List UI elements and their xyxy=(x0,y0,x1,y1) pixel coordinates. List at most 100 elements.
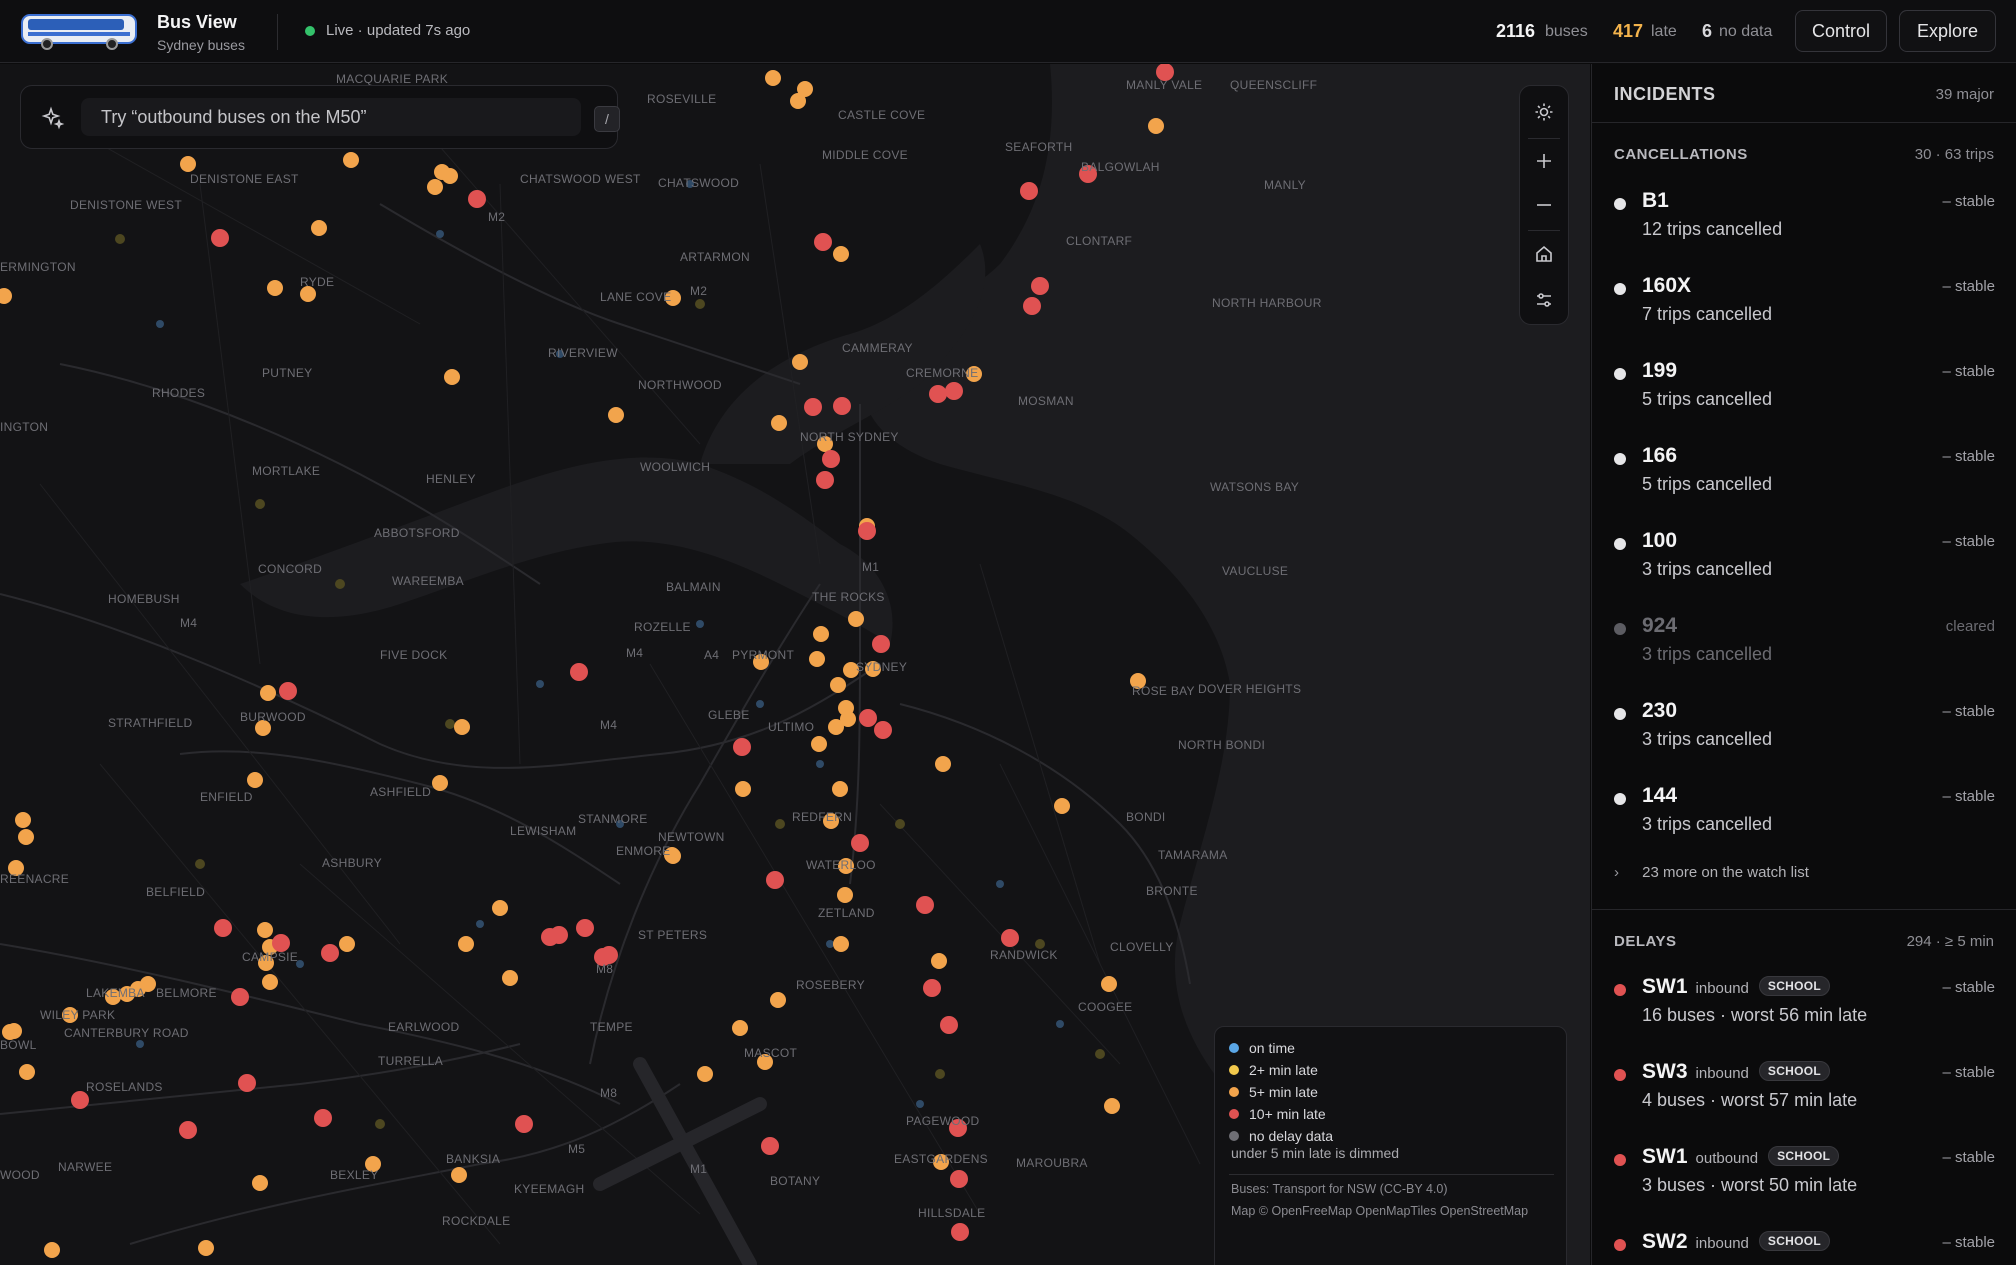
status-dot xyxy=(1614,198,1626,210)
place-label: COOGEE xyxy=(1078,1000,1133,1014)
place-label: CONCORD xyxy=(258,562,323,576)
explore-button[interactable]: Explore xyxy=(1899,10,1996,52)
sparkle-icon xyxy=(41,106,65,130)
cancellation-item[interactable]: 160X 7 trips cancelled – stable xyxy=(1592,274,2016,359)
legend-divider xyxy=(1229,1174,1554,1175)
watch-list-toggle[interactable]: › 23 more on the watch list xyxy=(1614,864,1809,881)
theme-toggle-button[interactable] xyxy=(1520,90,1568,134)
delays-title: DELAYS xyxy=(1614,933,1677,950)
cancellation-item[interactable]: 166 5 trips cancelled – stable xyxy=(1592,444,2016,529)
place-label: LAKEMBA xyxy=(86,986,145,1000)
legend-dot xyxy=(1229,1109,1239,1119)
delay-item[interactable]: SW3 inbound SCHOOL 4 buses · worst 57 min … xyxy=(1592,1060,2016,1145)
place-label: QUEENSCLIFF xyxy=(1230,78,1318,92)
cancellation-item[interactable]: 924 3 trips cancelled cleared xyxy=(1592,614,2016,699)
place-label: ASHBURY xyxy=(322,856,382,870)
legend-item: 5+ min late xyxy=(1229,1082,1318,1102)
status-dot xyxy=(1614,368,1626,380)
place-label: M1 xyxy=(862,560,880,574)
place-label: MORTLAKE xyxy=(252,464,321,478)
place-label: BRONTE xyxy=(1146,884,1198,898)
control-divider xyxy=(1528,230,1560,231)
place-label: WILEY PARK xyxy=(40,1008,116,1022)
place-label: HENLEY xyxy=(426,472,476,486)
filter-settings-button[interactable] xyxy=(1520,278,1568,322)
top-bar: Bus View Sydney buses Live · updated 7s … xyxy=(0,0,2016,63)
place-label: MAROUBRA xyxy=(1016,1156,1088,1170)
legend-label: 5+ min late xyxy=(1249,1084,1318,1100)
status-dot xyxy=(1614,623,1626,635)
place-label: EARLWOOD xyxy=(388,1020,460,1034)
cancellation-item[interactable]: 199 5 trips cancelled – stable xyxy=(1592,359,2016,444)
zoom-out-button[interactable] xyxy=(1520,183,1568,227)
school-badge: SCHOOL xyxy=(1758,976,1831,996)
home-button[interactable] xyxy=(1520,232,1568,276)
map-legend: on time 2+ min late 5+ min late 10+ min … xyxy=(1214,1026,1567,1265)
control-button[interactable]: Control xyxy=(1795,10,1887,52)
trend-status: – stable xyxy=(1942,703,1995,720)
cancellation-item[interactable]: 230 3 trips cancelled – stable xyxy=(1592,699,2016,784)
delay-item[interactable]: SW1 inbound SCHOOL 16 buses · worst 56 min… xyxy=(1592,975,2016,1060)
search-input[interactable] xyxy=(81,98,581,136)
incidents-count: 39 major xyxy=(1935,86,1994,103)
nodata-count: 6 xyxy=(1702,21,1713,41)
place-label: DENISTONE EAST xyxy=(190,172,299,186)
place-label: BOWL xyxy=(0,1038,37,1052)
late-label: late xyxy=(1651,23,1677,40)
legend-credit-map: Map © OpenFreeMap OpenMapTiles OpenStree… xyxy=(1231,1204,1529,1218)
place-label: NEWTOWN xyxy=(658,830,725,844)
place-label: HOMEBUSH xyxy=(108,592,180,606)
place-label: STANMORE xyxy=(578,812,648,826)
cancellations-count: 30 · 63 trips xyxy=(1914,146,1994,163)
minus-icon xyxy=(1537,204,1551,206)
place-label: ROSEBERY xyxy=(796,978,865,992)
place-label: ST PETERS xyxy=(638,928,708,942)
place-label: BALMAIN xyxy=(666,580,721,594)
delay-item[interactable]: SW2 inbound SCHOOL – stable xyxy=(1592,1230,2016,1265)
status-dot xyxy=(1614,538,1626,550)
place-label: A4 xyxy=(704,648,720,662)
route-name: 144 xyxy=(1642,784,1678,807)
place-label: BALGOWLAH xyxy=(1081,160,1160,174)
place-label: MASCOT xyxy=(744,1046,798,1060)
place-label: HILLSDALE xyxy=(918,1206,986,1220)
place-label: CASTLE COVE xyxy=(838,108,926,122)
place-label: WOOLWICH xyxy=(640,460,711,474)
delay-item[interactable]: SW1 outbound SCHOOL 3 buses · worst 50 min… xyxy=(1592,1145,2016,1230)
place-label: SYDNEY xyxy=(856,660,908,674)
map-view[interactable]: MACQUARIE PARK ROSEVILLE CASTLE COVE MANLY … xyxy=(0,64,1590,1265)
legend-dot xyxy=(1229,1087,1239,1097)
place-label: BOTANY xyxy=(770,1174,821,1188)
place-label: THE ROCKS xyxy=(812,590,885,604)
place-label: BELFIELD xyxy=(146,885,206,899)
legend-label: no delay data xyxy=(1249,1128,1334,1144)
status-dot xyxy=(1614,453,1626,465)
trend-status: – stable xyxy=(1942,363,1995,380)
place-label: TAMARAMA xyxy=(1158,848,1228,862)
place-label: RHODES xyxy=(152,386,206,400)
cancellation-item[interactable]: 144 3 trips cancelled – stable xyxy=(1592,784,2016,869)
trend-status: – stable xyxy=(1942,1064,1995,1081)
place-label: NARWEE xyxy=(58,1160,113,1174)
cancellation-item[interactable]: B1 12 trips cancelled – stable xyxy=(1592,189,2016,274)
place-label: CHATSWOOD WEST xyxy=(520,172,641,186)
header-divider xyxy=(277,14,278,50)
place-label: CANTERBURY ROAD xyxy=(64,1026,189,1040)
route-heading: SW1 outbound SCHOOL xyxy=(1642,1145,1840,1169)
place-label: ULTIMO xyxy=(768,720,815,734)
route-direction: inbound xyxy=(1695,980,1749,997)
sliders-icon xyxy=(1537,293,1551,307)
route-name: SW1 xyxy=(1642,1145,1688,1168)
place-label: NORTH BONDI xyxy=(1178,738,1266,752)
place-label: NORTH HARBOUR xyxy=(1212,296,1322,310)
place-label: LANE COVE xyxy=(600,290,672,304)
status-dot xyxy=(1614,984,1626,996)
school-badge: SCHOOL xyxy=(1758,1061,1831,1081)
incidents-title: INCIDENTS xyxy=(1614,84,1716,104)
legend-label: 2+ min late xyxy=(1249,1062,1318,1078)
buses-count: 2116 xyxy=(1496,21,1536,41)
item-description: 3 trips cancelled xyxy=(1642,729,1773,749)
zoom-in-button[interactable] xyxy=(1520,139,1568,183)
delays-count: 294 · ≥ 5 min xyxy=(1906,933,1994,950)
cancellation-item[interactable]: 100 3 trips cancelled – stable xyxy=(1592,529,2016,614)
